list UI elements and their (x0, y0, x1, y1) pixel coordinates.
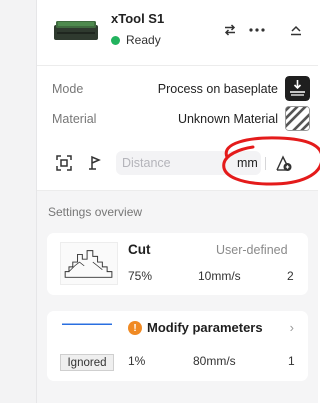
material-value[interactable]: Unknown Material (178, 112, 278, 126)
device-status: Ready (111, 33, 161, 47)
flag-marker-icon[interactable] (86, 154, 104, 172)
cut-title: Cut (128, 242, 151, 257)
modify-parameters-title: Modify parameters (147, 320, 263, 335)
warning-icon: ! (128, 321, 142, 335)
device-name: xTool S1 (111, 11, 165, 26)
cut-passes: 2 (287, 269, 294, 283)
material-label: Material (52, 112, 97, 126)
ignored-badge: Ignored (60, 354, 114, 371)
material-row[interactable]: Material Unknown Material (37, 104, 318, 134)
status-text: Ready (126, 33, 161, 47)
unknown-material-swatch (285, 106, 310, 131)
cut-settings-card[interactable]: Cut User-defined 75% 10mm/s 2 (47, 233, 308, 295)
auto-measure-icon[interactable] (275, 154, 293, 172)
mode-label: Mode (52, 82, 84, 96)
more-icon[interactable] (247, 20, 267, 40)
preview-text-line: ▬▬▬▬▬▬▬▬▬▬ (62, 321, 112, 327)
chevron-right-icon[interactable]: › (290, 320, 294, 335)
cut-speed: 10mm/s (198, 269, 241, 283)
ignored-preview-thumbnail: ▬▬▬▬▬▬▬▬▬▬ Ignored (60, 317, 118, 371)
modify-passes: 1 (288, 354, 295, 368)
collapse-icon[interactable] (286, 20, 306, 40)
modify-parameters-card[interactable]: ▬▬▬▬▬▬▬▬▬▬ Ignored ! Modify parameters ›… (47, 311, 308, 381)
distance-unit: mm (237, 156, 258, 170)
cut-preset: User-defined (216, 243, 288, 257)
mode-row[interactable]: Mode Process on baseplate (37, 74, 318, 104)
frame-capture-icon[interactable] (55, 154, 73, 172)
cut-preview-thumbnail (60, 242, 118, 285)
laser-device-thumbnail (54, 21, 98, 40)
left-strip (0, 0, 37, 403)
right-panel: xTool S1 Ready Mode Process on baseplate… (37, 0, 320, 403)
cut-power: 75% (128, 269, 153, 283)
measure-toolbar: mm (37, 146, 318, 180)
device-header: xTool S1 Ready (37, 0, 318, 66)
modify-speed: 80mm/s (193, 354, 236, 368)
settings-overview: Settings overview Cut User-defined 75% 1… (37, 190, 318, 403)
overview-title: Settings overview (48, 205, 143, 219)
ready-dot (111, 35, 120, 45)
mode-value[interactable]: Process on baseplate (158, 82, 278, 96)
divider (265, 157, 266, 170)
modify-power: 1% (128, 354, 146, 368)
switch-device-icon[interactable] (220, 20, 240, 40)
baseplate-icon (285, 76, 310, 101)
